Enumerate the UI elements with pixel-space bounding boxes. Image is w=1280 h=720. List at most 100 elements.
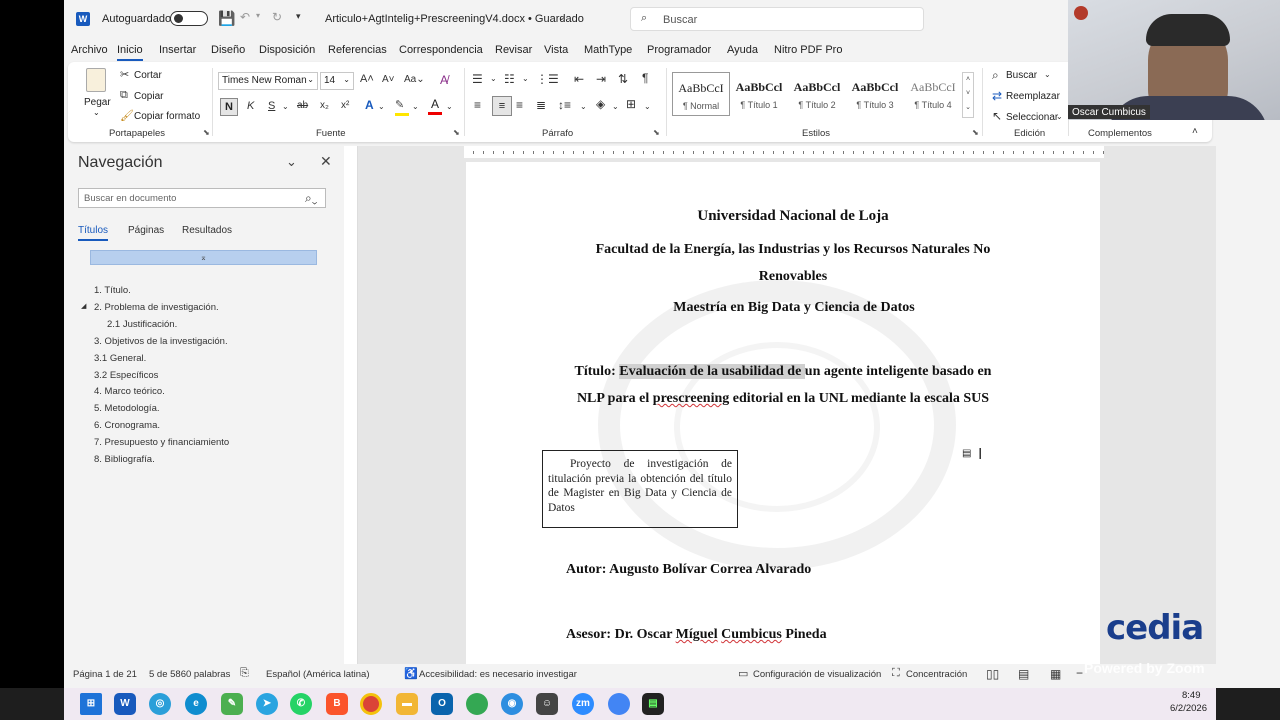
chevron-down-icon[interactable]: ⌄ — [1056, 112, 1063, 121]
clock-time[interactable]: 8:49 — [1182, 690, 1201, 701]
bold-button[interactable]: N — [220, 98, 238, 116]
select-button[interactable]: Seleccionar — [1006, 112, 1058, 123]
chevron-down-icon[interactable]: ⌄ — [558, 12, 566, 23]
tab-paginas[interactable]: Páginas — [128, 225, 164, 236]
redo-icon[interactable]: ↻ — [272, 10, 282, 24]
zoom-out-icon[interactable]: − — [1076, 666, 1083, 680]
chevron-down-icon[interactable]: ⌄ — [644, 102, 651, 111]
windows-start-icon[interactable]: ⊞ — [80, 693, 102, 715]
chrome-icon[interactable] — [360, 693, 382, 715]
font-name-combo[interactable]: Times New Roman ⌄ — [218, 72, 318, 90]
chevron-down-icon[interactable]: ⌄ — [412, 102, 419, 111]
copilot-icon[interactable]: ◎ — [149, 693, 171, 715]
search-box[interactable]: ⌕ Buscar — [630, 7, 924, 31]
nav-item[interactable]: 3. Objetivos de la investigación. — [94, 336, 228, 347]
outlook-icon[interactable]: O — [431, 693, 453, 715]
menu-disposicion[interactable]: Disposición — [259, 44, 315, 56]
nav-item[interactable]: 3.1 General. — [94, 353, 146, 364]
align-right-icon[interactable]: ≡ — [516, 98, 523, 112]
nav-search-input[interactable]: Buscar en documento ⌕⌄ — [78, 188, 326, 208]
copy-button[interactable]: Copiar — [134, 91, 163, 102]
save-icon[interactable]: 💾 — [218, 10, 235, 27]
app-blue-icon[interactable]: ◉ — [501, 693, 523, 715]
menu-insertar[interactable]: Insertar — [159, 44, 196, 56]
increase-indent-icon[interactable]: ⇥ — [596, 72, 606, 86]
chrome-alt-icon[interactable] — [608, 693, 630, 715]
chevron-down-icon[interactable]: ⌄ — [378, 102, 385, 111]
edge-icon[interactable]: e — [185, 693, 207, 715]
bullets-icon[interactable]: ☰ — [472, 72, 483, 86]
paste-button[interactable]: Pegar — [84, 97, 111, 108]
brave-icon[interactable]: B — [326, 693, 348, 715]
cut-button[interactable]: Cortar — [134, 70, 162, 81]
style-titulo-1[interactable]: AaBbCcl ¶ Título 1 — [730, 72, 788, 116]
collapse-triangle-icon[interactable]: ◢ — [81, 302, 86, 310]
decrease-indent-icon[interactable]: ⇤ — [574, 72, 584, 86]
search-icon[interactable]: ⌕⌄ — [305, 191, 317, 206]
autosave-toggle[interactable] — [170, 11, 208, 26]
menu-revisar[interactable]: Revisar — [495, 44, 532, 56]
nav-selection-bar[interactable]: ⌅ — [90, 250, 317, 265]
change-case-icon[interactable]: Aa⌄ — [404, 74, 425, 85]
telegram-icon[interactable]: ➤ — [256, 693, 278, 715]
style-titulo-2[interactable]: AaBbCcl ¶ Título 2 — [788, 72, 846, 116]
find-button[interactable]: Buscar — [1006, 70, 1037, 81]
status-words[interactable]: 5 de 5860 palabras — [149, 669, 230, 680]
clear-format-icon[interactable]: A̸ — [440, 73, 448, 87]
chevron-down-icon[interactable]: ⌄ — [282, 102, 289, 111]
underline-button[interactable]: S — [268, 100, 275, 112]
dialog-launcher-icon[interactable]: ⬊ — [653, 128, 660, 137]
chevron-down-icon[interactable]: ⌄ — [1044, 70, 1051, 79]
styles-scroll[interactable]: ˄ ˅ ⌄ — [962, 72, 974, 118]
chevron-down-icon[interactable]: ⌄ — [522, 74, 529, 83]
nav-item[interactable]: 1. Título. — [94, 285, 131, 296]
menu-mathtype[interactable]: MathType — [584, 44, 632, 56]
customize-toolbar-icon[interactable]: ▾ — [296, 11, 301, 22]
undo-icon[interactable]: ↶ — [240, 10, 250, 24]
terminal-icon[interactable]: ▤ — [642, 693, 664, 715]
subscript-button[interactable]: x₂ — [320, 100, 329, 111]
grow-font-icon[interactable]: A˄ — [360, 73, 374, 85]
align-center-icon[interactable]: ≡ — [492, 96, 512, 116]
nav-item[interactable]: 7. Presupuesto y financiamiento — [94, 437, 229, 448]
superscript-button[interactable]: x² — [341, 100, 349, 111]
nav-item[interactable]: 6. Cronograma. — [94, 420, 160, 431]
line-spacing-icon[interactable]: ↕≡ — [558, 98, 571, 112]
text-effects-icon[interactable]: A — [365, 98, 374, 112]
strikethrough-button[interactable]: ab — [297, 100, 308, 111]
file-explorer-icon[interactable]: ▬ — [396, 693, 418, 715]
chevron-down-icon[interactable]: ⌄ — [580, 102, 587, 111]
menu-correspondencia[interactable]: Correspondencia — [399, 44, 483, 56]
nav-item[interactable]: 2. Problema de investigación. — [94, 302, 219, 313]
menu-nitro[interactable]: Nitro PDF Pro — [774, 44, 842, 56]
status-accessibility[interactable]: Accesibilidad: es necesario investigar — [419, 669, 577, 680]
chevron-down-icon[interactable]: ⌄ — [446, 102, 453, 111]
focus-icon[interactable]: ⛶ — [892, 667, 900, 680]
layout-options-icon[interactable]: ▤ — [962, 448, 971, 459]
shrink-font-icon[interactable]: A˅ — [382, 74, 395, 85]
style-titulo-3[interactable]: AaBbCcl ¶ Título 3 — [846, 72, 904, 116]
collapse-ribbon-icon[interactable]: ˄ — [1192, 126, 1198, 137]
app-penguin-icon[interactable]: ☺ — [536, 693, 558, 715]
menu-ayuda[interactable]: Ayuda — [727, 44, 758, 56]
numbering-icon[interactable]: ☷ — [504, 72, 515, 86]
chevron-down-icon[interactable]: ▾ — [256, 11, 260, 20]
menu-programador[interactable]: Programador — [647, 44, 711, 56]
align-left-icon[interactable]: ≡ — [474, 98, 481, 112]
tab-titulos[interactable]: Títulos — [78, 225, 108, 236]
clock-date[interactable]: 6/2/2026 — [1170, 703, 1207, 714]
nav-item[interactable]: 3.2 Específicos — [94, 370, 158, 381]
style-normal[interactable]: AaBbCcI ¶ Normal — [672, 72, 730, 116]
chevron-down-icon[interactable]: ⌄ — [286, 154, 297, 170]
menu-referencias[interactable]: Referencias — [328, 44, 387, 56]
status-language[interactable]: Español (América latina) — [266, 669, 370, 680]
chrome-profile-icon[interactable] — [466, 693, 488, 715]
proofing-icon[interactable]: ⎘ — [240, 667, 249, 680]
nav-item[interactable]: 5. Metodología. — [94, 403, 160, 414]
italic-button[interactable]: K — [247, 100, 254, 112]
dialog-launcher-icon[interactable]: ⬊ — [453, 128, 460, 137]
close-icon[interactable]: ✕ — [320, 153, 332, 170]
show-marks-icon[interactable]: ¶ — [642, 71, 648, 85]
word-icon[interactable]: W — [114, 693, 136, 715]
dialog-launcher-icon[interactable]: ⬊ — [203, 128, 210, 137]
